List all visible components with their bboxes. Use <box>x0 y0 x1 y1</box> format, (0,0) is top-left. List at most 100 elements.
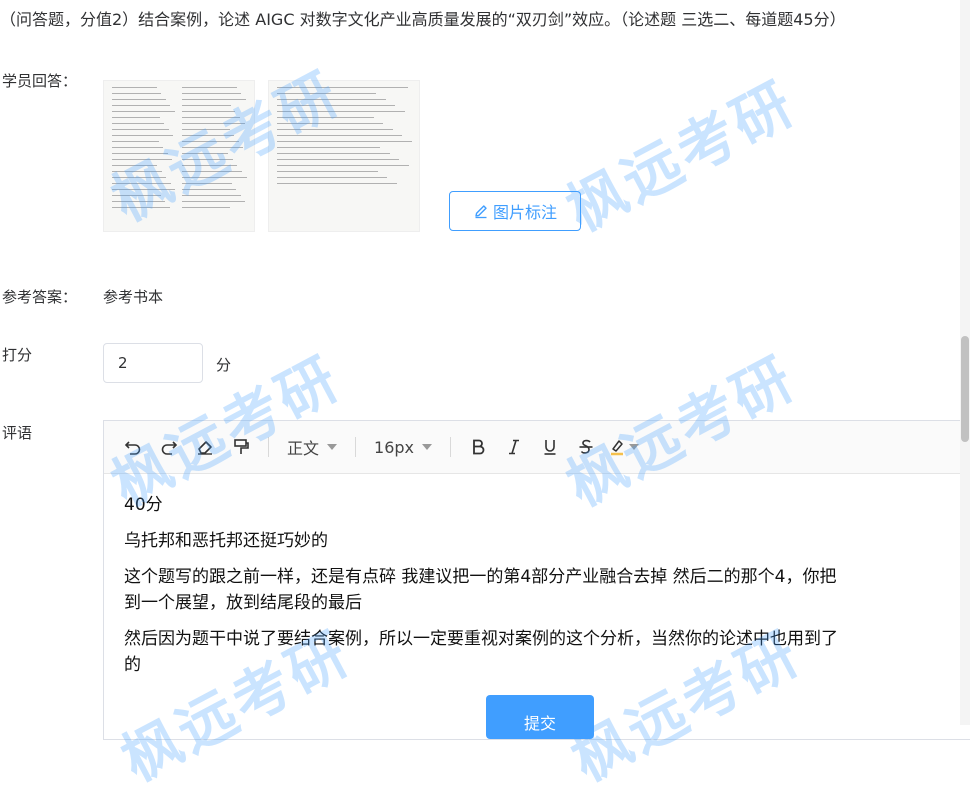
student-answer-label: 学员回答： <box>2 72 78 90</box>
image-annotate-label: 图片标注 <box>492 203 557 222</box>
handwriting-line <box>112 117 160 118</box>
handwriting-line <box>182 189 237 190</box>
handwriting-line <box>277 165 409 166</box>
comment-text-area[interactable]: 40分 乌托邦和恶托邦还挺巧妙的 这个题写的跟之前一样，还是有点碎 我建议把一的… <box>104 474 970 678</box>
handwriting-line <box>112 195 161 196</box>
handwriting-line <box>277 129 393 130</box>
chevron-down-icon <box>327 444 338 450</box>
highlighter-icon <box>611 440 623 456</box>
answer-image-1[interactable] <box>103 80 255 232</box>
chevron-down-icon <box>422 444 432 450</box>
handwriting-line <box>277 105 396 106</box>
score-label: 打分 <box>2 346 33 364</box>
handwriting-line <box>277 135 403 136</box>
handwriting-line <box>277 171 378 172</box>
handwriting-line <box>277 117 374 118</box>
score-unit: 分 <box>216 356 232 374</box>
submit-button[interactable]: 提交 <box>486 695 594 739</box>
handwriting-line <box>277 147 381 148</box>
handwriting-line <box>112 171 162 172</box>
handwriting-line <box>277 87 408 88</box>
handwriting-line <box>112 135 174 136</box>
handwriting-line <box>112 123 165 124</box>
handwriting-line <box>182 183 232 184</box>
handwriting-line <box>112 87 157 88</box>
comment-line: 然后因为题干中说了要结合案例，所以一定要重视对案例的这个分析，当然你的论述中也用… <box>124 629 838 649</box>
score-input[interactable] <box>103 343 203 383</box>
handwriting-line <box>112 141 159 142</box>
handwriting-line <box>277 159 400 160</box>
font-size-value: 16px <box>374 437 414 457</box>
watermark: 枫远考研 <box>555 68 807 245</box>
comment-line: 乌托邦和恶托邦还挺巧妙的 <box>124 531 328 551</box>
handwriting-line <box>112 153 168 154</box>
handwriting-line <box>182 177 247 178</box>
handwriting-line <box>182 171 243 172</box>
bold-icon <box>473 439 485 455</box>
italic-button[interactable] <box>499 431 529 463</box>
handwriting-line <box>277 177 388 178</box>
comment-line: 40分 <box>124 495 163 515</box>
underline-icon <box>544 440 556 455</box>
reference-answer-value: 参考书本 <box>103 288 164 306</box>
handwriting-line <box>182 159 233 160</box>
handwriting-line <box>182 153 229 154</box>
page-scrollbar[interactable] <box>960 0 970 725</box>
strikethrough-icon <box>579 439 593 454</box>
handwriting-line <box>112 99 166 100</box>
handwriting-line <box>182 207 231 208</box>
handwriting-line <box>112 159 173 160</box>
answer-image-1-text-right <box>182 87 248 217</box>
handwriting-line <box>182 87 237 88</box>
comment-label: 评语 <box>2 424 33 442</box>
scrollbar-thumb[interactable] <box>961 336 969 442</box>
format-painter-icon <box>234 439 249 454</box>
handwriting-line <box>182 201 246 202</box>
underline-button[interactable] <box>535 431 565 463</box>
italic-icon <box>509 439 519 455</box>
paragraph-style-select[interactable]: 正文 <box>281 435 343 459</box>
handwriting-line <box>182 129 230 130</box>
image-annotate-button[interactable]: 图片标注 <box>449 191 581 231</box>
handwriting-line <box>277 153 390 154</box>
toolbar-divider <box>450 437 451 457</box>
comment-line: 的 <box>124 655 141 675</box>
handwriting-line <box>112 201 166 202</box>
handwriting-line <box>112 93 162 94</box>
handwriting-line <box>277 141 412 142</box>
handwriting-line <box>112 183 171 184</box>
highlight-button[interactable] <box>607 431 639 463</box>
handwriting-line <box>182 165 238 166</box>
answer-image-2[interactable] <box>268 80 420 232</box>
toolbar-divider <box>355 437 357 457</box>
answer-image-2-text <box>277 87 413 191</box>
handwriting-line <box>182 147 244 148</box>
bold-button[interactable] <box>463 431 493 463</box>
comment-line: 这个题写的跟之前一样，还是有点碎 我建议把一的第4部分产业融合去掉 然后二的那个… <box>124 567 837 587</box>
handwriting-line <box>182 141 239 142</box>
undo-button[interactable] <box>118 431 148 463</box>
question-title: （问答题，分值2）结合案例，论述 AIGC 对数字文化产业高质量发展的“双刃剑”… <box>0 10 846 29</box>
handwriting-line <box>182 135 235 136</box>
font-size-select[interactable]: 16px <box>368 438 438 457</box>
pencil-icon <box>475 205 487 219</box>
toolbar-divider <box>268 437 269 457</box>
editor-toolbar: 正文 16px <box>104 421 970 474</box>
strikethrough-button[interactable] <box>571 431 601 463</box>
clear-format-button[interactable] <box>190 431 220 463</box>
handwriting-line <box>112 129 169 130</box>
format-painter-button[interactable] <box>226 431 256 463</box>
paragraph-style-value: 正文 <box>287 439 320 458</box>
handwriting-line <box>112 177 167 178</box>
handwriting-line <box>112 105 171 106</box>
handwriting-line <box>112 189 176 190</box>
handwriting-line <box>182 99 247 100</box>
handwriting-line <box>182 111 236 112</box>
redo-button[interactable] <box>154 431 184 463</box>
handwriting-line <box>277 93 377 94</box>
handwriting-line <box>277 111 405 112</box>
handwriting-line <box>277 123 384 124</box>
undo-icon <box>124 441 141 455</box>
handwriting-line <box>182 117 241 118</box>
handwriting-line <box>112 111 175 112</box>
